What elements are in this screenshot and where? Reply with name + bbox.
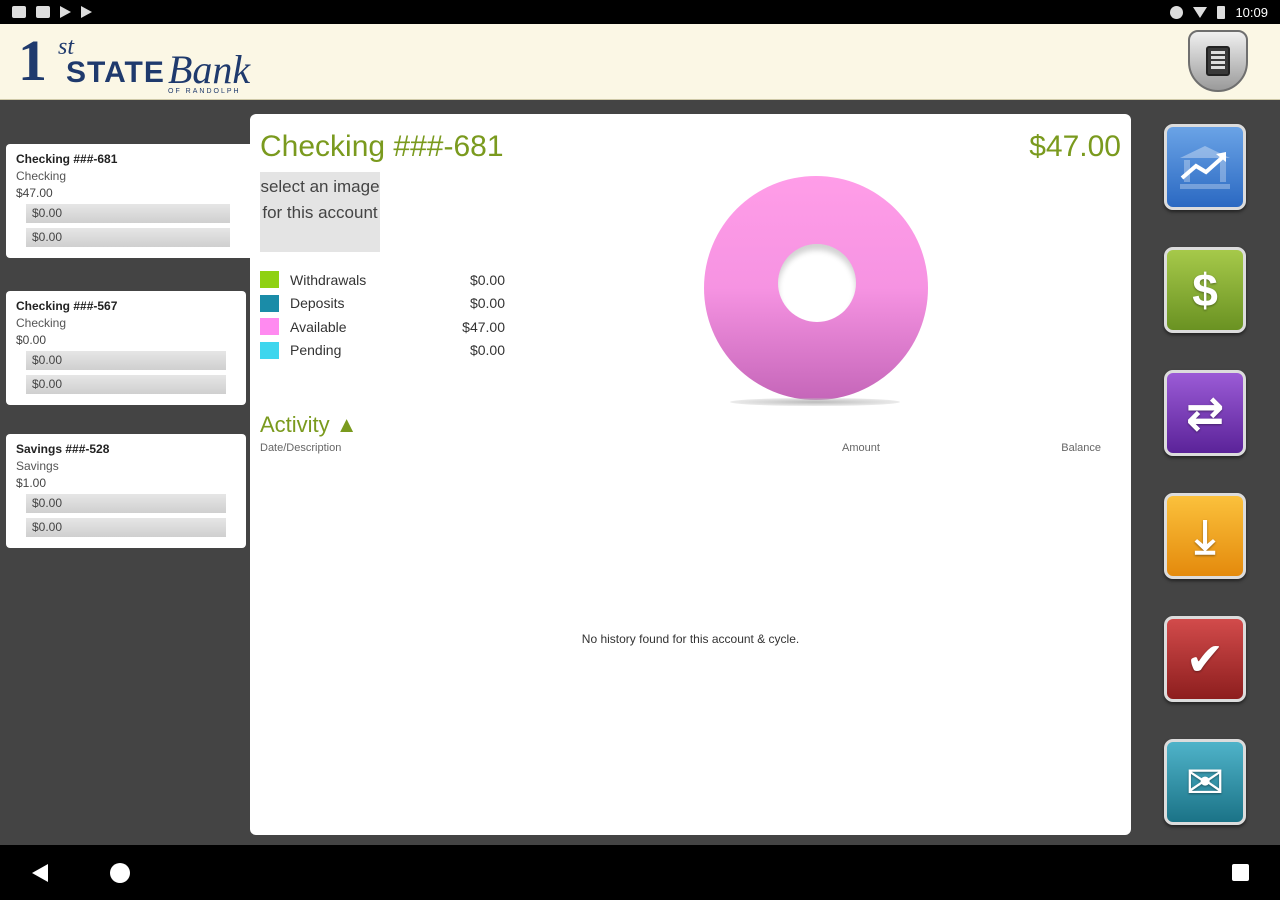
contact-button[interactable]: ✉	[1164, 739, 1246, 825]
legend-row-deposits: Deposits $0.00	[260, 292, 505, 316]
logo-state: STATE	[66, 56, 165, 89]
payments-button[interactable]: $	[1164, 247, 1246, 333]
legend-label: Available	[290, 318, 347, 335]
logo-one: 1	[18, 28, 47, 93]
column-date-description[interactable]: Date/Description	[260, 442, 341, 454]
account-balance: $1.00	[16, 476, 47, 490]
legend-row-pending: Pending $0.00	[260, 339, 505, 363]
back-icon[interactable]	[32, 864, 48, 882]
legend-swatch	[260, 294, 279, 312]
account-balance: $47.00	[16, 186, 53, 200]
status-system: 10:09	[1170, 5, 1268, 20]
legend-swatch	[260, 271, 279, 289]
account-bar-1: $0.00	[26, 351, 226, 370]
logo-sub: OF RANDOLPH	[168, 88, 241, 95]
account-balance: $0.00	[16, 333, 47, 347]
donut-shadow	[730, 398, 900, 406]
calculator-screen	[1206, 46, 1230, 76]
select-image-button[interactable]: select an image for this account	[260, 172, 380, 252]
deposit-download-icon: ⤓	[1194, 510, 1216, 562]
legend-value: $47.00	[462, 318, 505, 335]
account-bar-2: $0.00	[26, 518, 226, 537]
legend-value: $0.00	[469, 342, 505, 359]
legend-row-withdrawals: Withdrawals $0.00	[260, 268, 505, 292]
play-store-update-icon	[81, 6, 92, 18]
legend-label: Pending	[290, 342, 342, 359]
app-notification-icon	[36, 6, 50, 18]
accounts-overview-button[interactable]	[1164, 124, 1246, 210]
legend-label: Deposits	[290, 295, 345, 312]
clock: 10:09	[1235, 4, 1268, 20]
account-detail-panel: Checking ###-681 $47.00 select an image …	[250, 114, 1131, 835]
mobile-deposit-button[interactable]: ⤓	[1164, 493, 1246, 579]
status-notifications	[12, 6, 92, 18]
legend-value: $0.00	[469, 271, 505, 288]
recents-icon[interactable]	[1232, 864, 1249, 881]
legend-row-available: Available $47.00	[260, 315, 505, 339]
dnd-icon	[1170, 5, 1184, 19]
bill-pay-button[interactable]: ✔	[1164, 616, 1246, 702]
legend-value: $0.00	[469, 295, 505, 312]
logo-bank: Bank	[168, 47, 251, 92]
activity-toggle[interactable]: Activity ▲	[260, 412, 358, 438]
app-header: 1 st STATE Bank OF RANDOLPH	[0, 24, 1280, 100]
status-bar: 10:09	[0, 0, 1280, 24]
account-card-528[interactable]: Savings ###-528 Savings $1.00 $0.00 $0.0…	[6, 434, 246, 548]
account-bar-2: $0.00	[26, 375, 226, 394]
account-name: Checking ###-681	[16, 152, 118, 166]
play-store-icon	[60, 6, 71, 18]
account-bar-1: $0.00	[26, 204, 230, 223]
column-amount[interactable]: Amount	[842, 442, 880, 454]
bank-logo[interactable]: 1 st STATE Bank OF RANDOLPH	[18, 32, 288, 96]
account-bar-2: $0.00	[26, 228, 230, 247]
balance-legend: Withdrawals $0.00 Deposits $0.00 Availab…	[260, 268, 505, 362]
column-balance[interactable]: Balance	[1061, 442, 1101, 454]
bank-chart-icon	[1180, 146, 1230, 189]
donut-hole	[778, 244, 856, 322]
legend-label: Withdrawals	[290, 271, 367, 288]
account-name: Savings ###-528	[16, 442, 110, 456]
empty-history-message: No history found for this account & cycl…	[581, 632, 800, 646]
dollar-icon: $	[1192, 264, 1218, 316]
account-card-567[interactable]: Checking ###-567 Checking $0.00 $0.00 $0…	[6, 291, 246, 405]
account-name: Checking ###-567	[16, 299, 118, 313]
transfers-button[interactable]: ⇄	[1164, 370, 1246, 456]
system-nav-bar	[0, 845, 1280, 900]
account-type: Checking	[16, 316, 67, 330]
account-type: Checking	[16, 169, 67, 183]
detail-account-total: $47.00	[1029, 130, 1121, 163]
account-bar-1: $0.00	[26, 494, 226, 513]
transfer-icon: ⇄	[1185, 387, 1225, 439]
legend-swatch	[260, 341, 279, 359]
balance-donut-chart[interactable]	[704, 176, 928, 400]
legend-swatch	[260, 318, 279, 336]
activity-column-headers: Date/Description Amount Balance	[260, 442, 1101, 456]
checkmark-icon: ✔	[1185, 633, 1225, 685]
detail-account-title: Checking ###-681	[260, 130, 504, 163]
account-card-681[interactable]: Checking ###-681 Checking $47.00 $0.00 $…	[6, 144, 250, 258]
gallery-notification-icon	[12, 6, 26, 18]
wifi-icon	[1193, 6, 1208, 18]
home-icon[interactable]	[110, 863, 130, 883]
contact-mail-icon: ✉	[1185, 756, 1225, 808]
calculator-icon[interactable]	[1188, 30, 1248, 92]
account-type: Savings	[16, 459, 59, 473]
battery-icon	[1217, 5, 1226, 19]
